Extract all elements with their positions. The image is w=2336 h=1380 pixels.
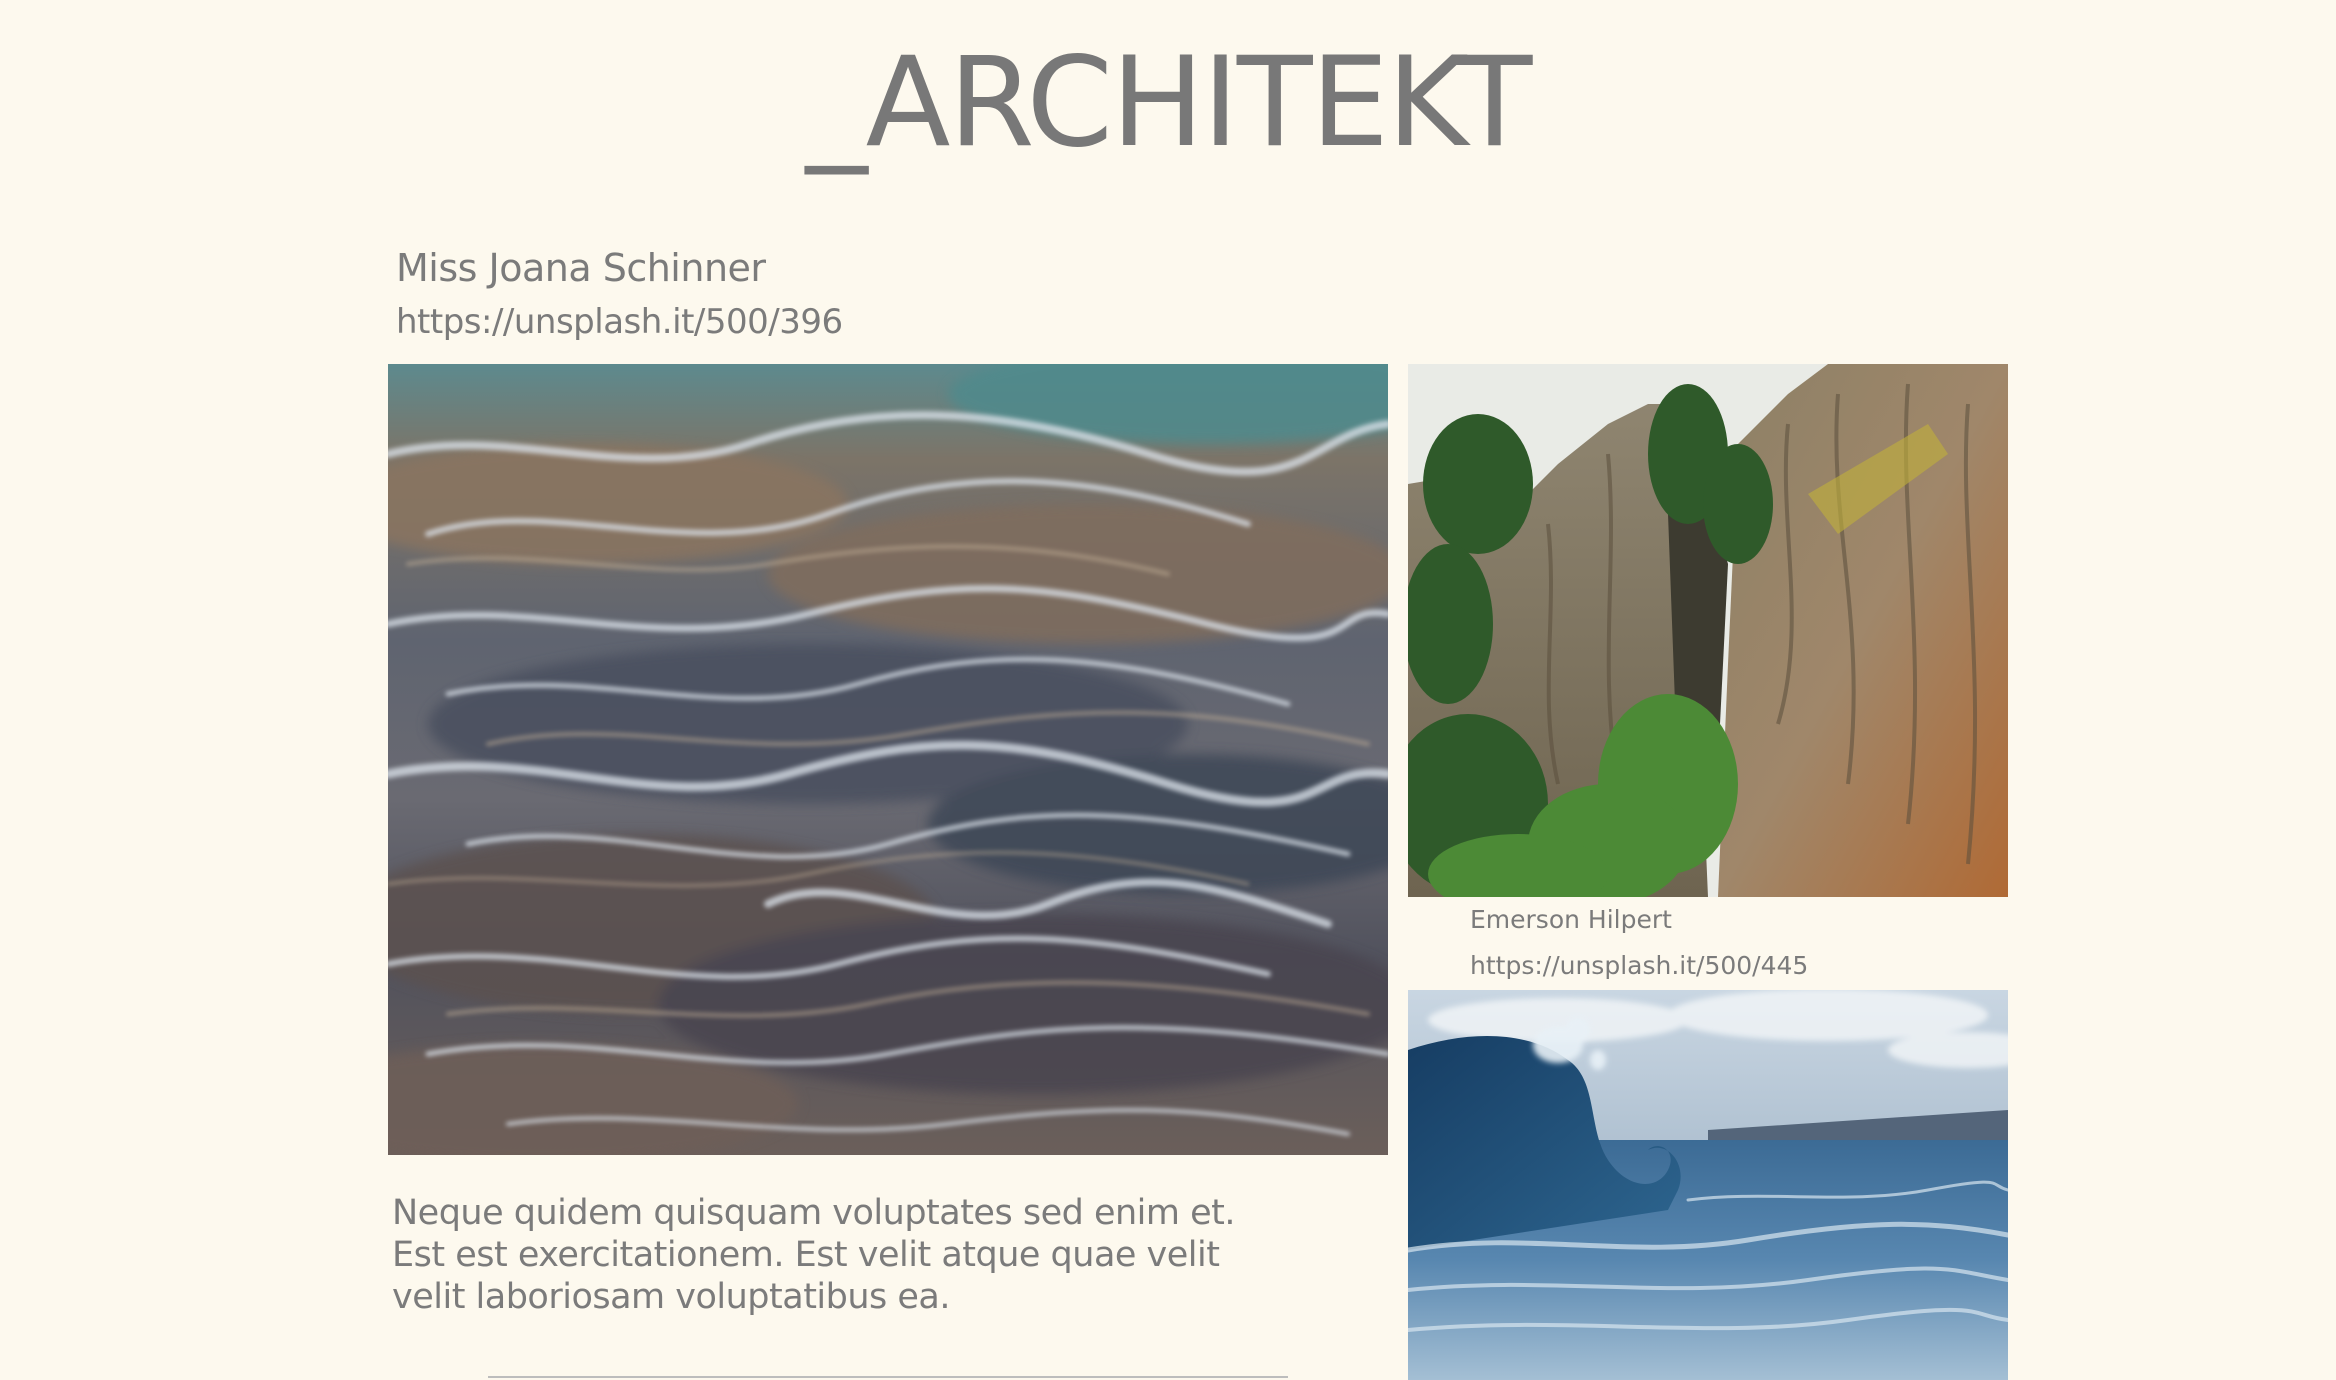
featured-post-text: Neque quidem quisquam voluptates sed eni…: [392, 1193, 1235, 1317]
water-ripple-photo: [388, 364, 1388, 1155]
featured-post-author: Miss Joana Schinner: [396, 246, 766, 290]
side-post-image-2[interactable]: [1408, 990, 2008, 1380]
featured-post-image[interactable]: [388, 364, 1388, 1155]
featured-post-image-url: https://unsplash.it/500/396: [396, 302, 843, 342]
ocean-wave-photo: [1408, 990, 2008, 1380]
site-title: _ARCHITEKT: [805, 31, 1533, 175]
rock-cliffs-photo: [1408, 364, 2008, 897]
side-post-author: Emerson Hilpert: [1470, 905, 1672, 934]
side-post-image-1[interactable]: [1408, 364, 2008, 897]
divider: [488, 1376, 1288, 1378]
side-post-image-url: https://unsplash.it/500/445: [1470, 951, 1809, 980]
